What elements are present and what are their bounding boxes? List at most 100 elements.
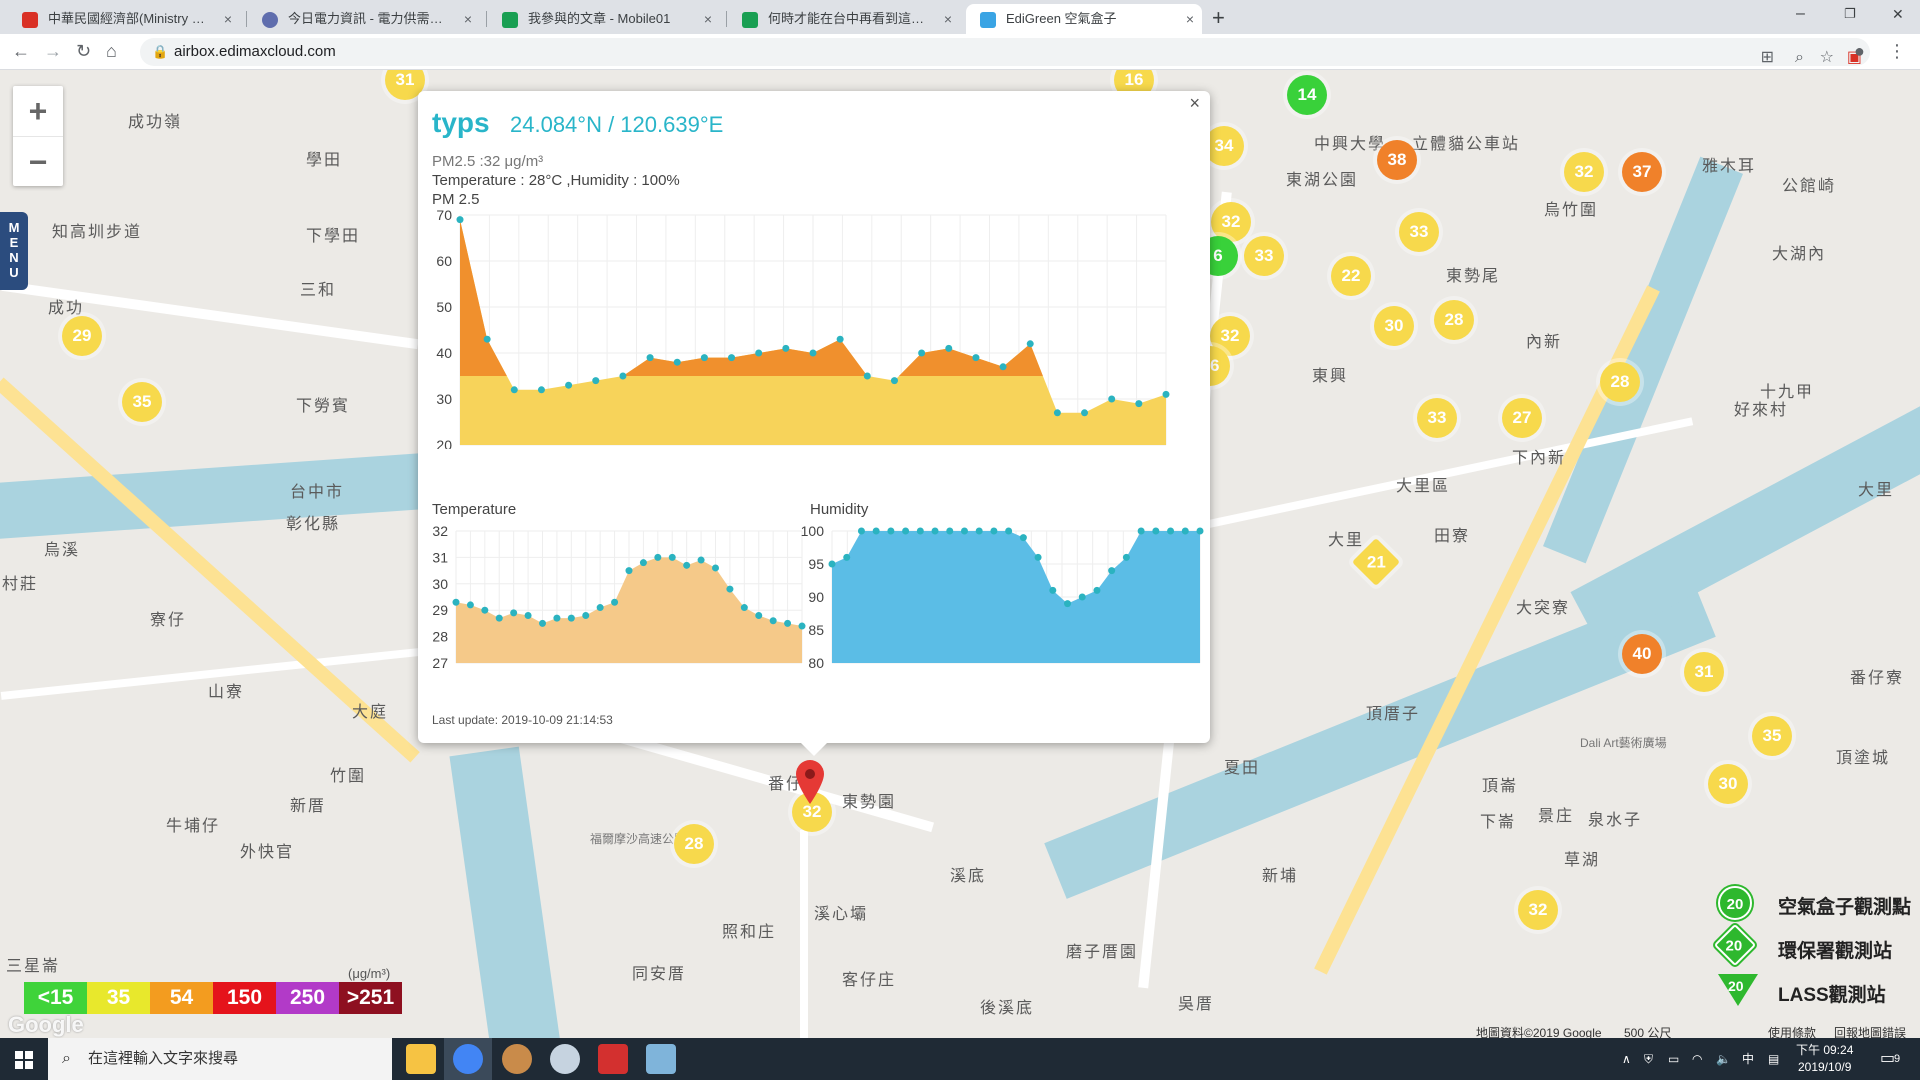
close-tab-icon[interactable]: × — [944, 4, 952, 34]
data-point[interactable] — [510, 386, 518, 394]
data-point[interactable] — [1152, 527, 1160, 535]
data-point[interactable] — [565, 381, 573, 389]
airbox-station-marker[interactable]: 38 — [1377, 140, 1417, 180]
chrome-icon[interactable] — [453, 1044, 483, 1074]
back-arrow-icon[interactable]: ← — [12, 40, 30, 62]
maximize-button[interactable]: ❐ — [1844, 4, 1856, 24]
airbox-station-marker[interactable]: 33 — [1417, 398, 1457, 438]
data-point[interactable] — [700, 354, 708, 362]
airbox-station-marker[interactable]: 29 — [62, 316, 102, 356]
data-point[interactable] — [1122, 553, 1130, 561]
bookmark-star-icon[interactable]: ☆ — [1820, 44, 1834, 72]
data-point[interactable] — [1049, 586, 1057, 594]
data-point[interactable] — [539, 619, 546, 627]
profile-icon[interactable]: ● — [1854, 40, 1865, 62]
close-tab-icon[interactable]: × — [224, 4, 232, 34]
airbox-station-marker[interactable]: 34 — [1204, 126, 1244, 166]
data-point[interactable] — [728, 354, 736, 362]
address-bar[interactable]: 🔒 airbox.edimaxcloud.com ⊞ ⌕ ☆ ▣ — [140, 38, 1870, 66]
data-point[interactable] — [999, 363, 1007, 371]
data-point[interactable] — [1137, 527, 1145, 535]
browser-tab-active[interactable]: EdiGreen 空氣盒子 × — [966, 4, 1202, 34]
system-clock[interactable]: 下午 09:24 2019/10/9 — [1796, 1042, 1853, 1076]
translate-icon[interactable]: ⊞ — [1761, 44, 1774, 72]
data-point[interactable] — [809, 349, 817, 357]
ime-indicator[interactable]: 中 — [1742, 1038, 1754, 1080]
taskbar-search-box[interactable]: ⌕ 在這裡輸入文字來搜尋 — [48, 1038, 392, 1080]
airbox-station-marker[interactable]: 37 — [1622, 152, 1662, 192]
airbox-station-marker[interactable]: 28 — [1434, 300, 1474, 340]
wifi-icon[interactable]: ◠ — [1692, 1038, 1702, 1080]
data-point[interactable] — [1081, 409, 1089, 417]
data-point[interactable] — [510, 609, 518, 617]
airbox-station-marker[interactable]: 40 — [1622, 634, 1662, 674]
data-point[interactable] — [784, 619, 792, 627]
airbox-station-marker[interactable]: 33 — [1244, 236, 1284, 276]
file-explorer-icon[interactable] — [406, 1044, 436, 1074]
data-point[interactable] — [918, 349, 926, 357]
zoom-out-button[interactable]: − — [13, 136, 63, 186]
data-point[interactable] — [619, 372, 627, 380]
data-point[interactable] — [960, 527, 968, 535]
location-pin-icon[interactable] — [794, 758, 826, 806]
airbox-station-marker[interactable]: 28 — [674, 824, 714, 864]
data-point[interactable] — [755, 611, 763, 619]
data-point[interactable] — [654, 553, 662, 561]
data-point[interactable] — [495, 614, 503, 622]
airbox-station-marker[interactable]: 22 — [1331, 256, 1371, 296]
data-point[interactable] — [1093, 586, 1101, 594]
app-icon[interactable] — [598, 1044, 628, 1074]
keyboard-icon[interactable]: ▤ — [1768, 1038, 1779, 1080]
browser-tab-1[interactable]: 中華民國經濟部(Ministry of Eco × — [8, 4, 240, 34]
data-point[interactable] — [452, 598, 460, 606]
data-point[interactable] — [646, 354, 654, 362]
volume-icon[interactable]: 🔈 — [1716, 1038, 1731, 1080]
data-point[interactable] — [836, 335, 844, 343]
data-point[interactable] — [902, 527, 910, 535]
data-point[interactable] — [990, 527, 998, 535]
tray-chevron-icon[interactable]: ∧ — [1622, 1038, 1631, 1080]
data-point[interactable] — [673, 358, 681, 366]
data-point[interactable] — [466, 601, 474, 609]
data-point[interactable] — [1064, 600, 1072, 608]
minimize-button[interactable]: – — [1796, 4, 1805, 24]
airbox-station-marker[interactable]: 30 — [1374, 306, 1414, 346]
data-point[interactable] — [697, 556, 705, 564]
data-point[interactable] — [769, 617, 777, 625]
data-point[interactable] — [596, 604, 604, 612]
new-tab-button[interactable]: + — [1212, 4, 1225, 32]
data-point[interactable] — [740, 604, 748, 612]
data-point[interactable] — [1181, 527, 1189, 535]
close-tab-icon[interactable]: × — [704, 4, 712, 34]
tray-security-icon[interactable]: ⛨ — [1644, 1038, 1653, 1080]
airbox-station-marker[interactable]: 32 — [1518, 890, 1558, 930]
data-point[interactable] — [1019, 534, 1027, 542]
airbox-station-marker[interactable]: 35 — [1752, 716, 1792, 756]
data-point[interactable] — [857, 527, 865, 535]
close-tab-icon[interactable]: × — [464, 4, 472, 34]
data-point[interactable] — [592, 377, 600, 385]
zoom-icon[interactable]: ⌕ — [1795, 44, 1804, 72]
data-point[interactable] — [887, 527, 895, 535]
data-point[interactable] — [1135, 400, 1143, 408]
data-point[interactable] — [828, 560, 836, 568]
home-icon[interactable]: ⌂ — [106, 40, 117, 62]
data-point[interactable] — [1167, 527, 1175, 535]
airbox-station-marker[interactable]: 28 — [1600, 362, 1640, 402]
app-icon[interactable] — [502, 1044, 532, 1074]
browser-tab-3[interactable]: 我參與的文章 - Mobile01 × — [488, 4, 720, 34]
forward-arrow-icon[interactable]: → — [44, 40, 62, 62]
data-point[interactable] — [1005, 527, 1013, 535]
data-point[interactable] — [683, 561, 691, 569]
airbox-station-marker[interactable]: 35 — [122, 382, 162, 422]
data-point[interactable] — [1026, 340, 1034, 348]
data-point[interactable] — [755, 349, 763, 357]
data-point[interactable] — [782, 344, 790, 352]
close-tab-icon[interactable]: × — [1186, 4, 1194, 34]
data-point[interactable] — [639, 559, 647, 567]
app-icon[interactable] — [646, 1044, 676, 1074]
menu-kebab-icon[interactable]: ⋮ — [1888, 40, 1906, 62]
data-point[interactable] — [553, 614, 561, 622]
browser-tab-4[interactable]: 何時才能在台中再看到這樣的藍 × — [728, 4, 960, 34]
data-point[interactable] — [972, 354, 980, 362]
